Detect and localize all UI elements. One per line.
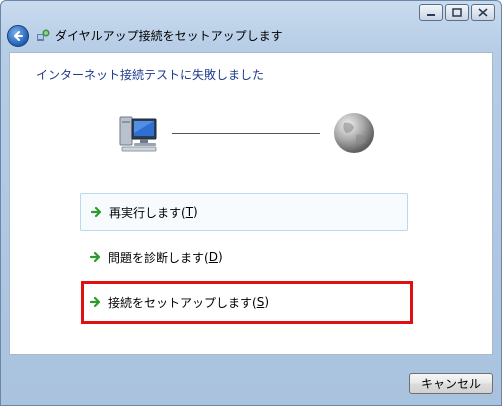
green-arrow-icon [91,206,102,218]
close-icon [478,8,488,17]
option-diagnose-label-post: ) [217,250,223,264]
option-setup-label-pre: 接続をセットアップします( [108,295,257,310]
option-retry[interactable]: 再実行します(T) [80,193,408,231]
dialup-icon [37,29,50,41]
maximize-button[interactable] [445,4,469,21]
option-retry-label-pre: 再実行します( [109,205,186,220]
cancel-button[interactable]: キャンセル [409,373,493,394]
maximize-icon [452,8,462,17]
option-diagnose-label-pre: 問題を診断します( [108,250,209,265]
option-retry-label-post: ) [193,205,198,219]
green-arrow-icon [90,251,101,263]
close-button[interactable] [471,4,495,21]
green-arrow-icon [90,296,101,308]
title-bar: ダイヤルアップ接続をセットアップします [1,1,501,51]
option-diagnose[interactable]: 問題を診断します(D) [80,238,408,276]
option-retry-accesskey: T [185,205,194,219]
option-setup-accesskey: S [256,295,265,309]
option-setup-label-post: ) [264,295,269,309]
option-setup-connection[interactable]: 接続をセットアップします(S) [80,283,408,321]
back-arrow-icon [14,31,23,41]
window-title: ダイヤルアップ接続をセットアップします [55,29,283,43]
connection-line [172,133,320,134]
option-diagnose-accesskey: D [208,250,218,264]
footer-bar: キャンセル [9,363,493,401]
computer-icon [119,116,157,152]
page-heading: インターネット接続テストに失敗しました [36,68,265,82]
minimize-button[interactable] [419,4,443,21]
dialog-window: ダイヤルアップ接続をセットアップします インターネット接続テストに失敗しました [0,0,502,406]
caption-buttons [419,4,495,21]
minimize-icon [427,13,435,16]
content-panel: インターネット接続テストに失敗しました 再実行します(T) 問題を診断します… [9,52,493,355]
back-button[interactable] [7,25,29,47]
globe-icon [334,113,374,153]
